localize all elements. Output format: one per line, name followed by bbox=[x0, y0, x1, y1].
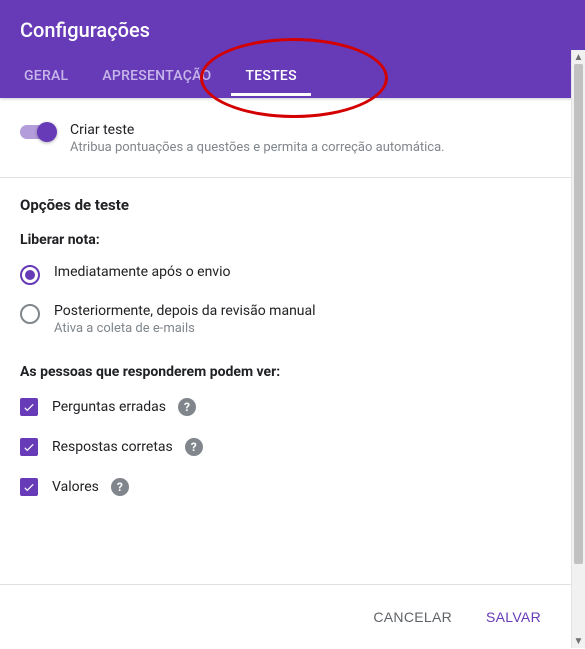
see-wrong-label: Perguntas erradas bbox=[52, 399, 166, 415]
radio-later[interactable] bbox=[20, 304, 40, 324]
create-test-toggle[interactable] bbox=[20, 125, 54, 139]
respondent-see-label: As pessoas que responderem podem ver: bbox=[20, 364, 551, 380]
divider bbox=[0, 177, 571, 178]
tab-general[interactable]: GERAL bbox=[20, 56, 72, 96]
release-grade-label: Liberar nota: bbox=[20, 232, 551, 248]
release-immediate-row[interactable]: Imediatamente após o envio bbox=[20, 264, 551, 285]
radio-later-sub: Ativa a coleta de e-mails bbox=[54, 321, 316, 336]
see-wrong-row[interactable]: Perguntas erradas ? bbox=[20, 398, 551, 416]
create-test-text: Criar teste Atribua pontuações a questõe… bbox=[70, 122, 445, 155]
help-icon[interactable]: ? bbox=[185, 438, 203, 456]
tab-tests[interactable]: TESTES bbox=[241, 56, 300, 96]
tab-presentation[interactable]: APRESENTAÇÃO bbox=[98, 56, 215, 96]
help-icon[interactable]: ? bbox=[111, 478, 129, 496]
checkbox-wrong-questions[interactable] bbox=[20, 398, 38, 416]
checkbox-point-values[interactable] bbox=[20, 478, 38, 496]
see-values-label: Valores bbox=[52, 479, 99, 495]
see-correct-row[interactable]: Respostas corretas ? bbox=[20, 438, 551, 456]
see-values-row[interactable]: Valores ? bbox=[20, 478, 551, 496]
radio-immediate-label: Imediatamente após o envio bbox=[54, 264, 230, 280]
help-icon[interactable]: ? bbox=[178, 398, 196, 416]
checkbox-correct-answers[interactable] bbox=[20, 438, 38, 456]
scrollbar-thumb[interactable] bbox=[574, 64, 583, 564]
check-icon bbox=[22, 400, 36, 414]
dialog-title: Configurações bbox=[0, 18, 585, 56]
create-test-sub: Atribua pontuações a questões e permita … bbox=[70, 140, 445, 155]
options-title: Opções de teste bbox=[20, 196, 551, 214]
create-test-row: Criar teste Atribua pontuações a questõe… bbox=[20, 122, 551, 155]
check-icon bbox=[22, 480, 36, 494]
see-correct-label: Respostas corretas bbox=[52, 439, 173, 455]
check-icon bbox=[22, 440, 36, 454]
dialog-body: Criar teste Atribua pontuações a questõe… bbox=[0, 98, 571, 528]
scroll-down-icon[interactable]: ▼ bbox=[572, 634, 585, 648]
radio-later-label: Posteriormente, depois da revisão manual bbox=[54, 303, 316, 319]
scrollbar[interactable]: ▲ ▼ bbox=[571, 50, 585, 648]
dialog-header: Configurações GERAL APRESENTAÇÃO TESTES bbox=[0, 0, 585, 98]
cancel-button[interactable]: CANCELAR bbox=[363, 601, 462, 633]
save-button[interactable]: SALVAR bbox=[476, 601, 551, 633]
tabs-bar: GERAL APRESENTAÇÃO TESTES bbox=[0, 56, 585, 96]
scroll-up-icon[interactable]: ▲ bbox=[572, 50, 585, 64]
create-test-label: Criar teste bbox=[70, 122, 445, 138]
radio-immediate[interactable] bbox=[20, 265, 40, 285]
release-later-row[interactable]: Posteriormente, depois da revisão manual… bbox=[20, 303, 551, 336]
dialog-footer: CANCELAR SALVAR bbox=[0, 584, 571, 649]
